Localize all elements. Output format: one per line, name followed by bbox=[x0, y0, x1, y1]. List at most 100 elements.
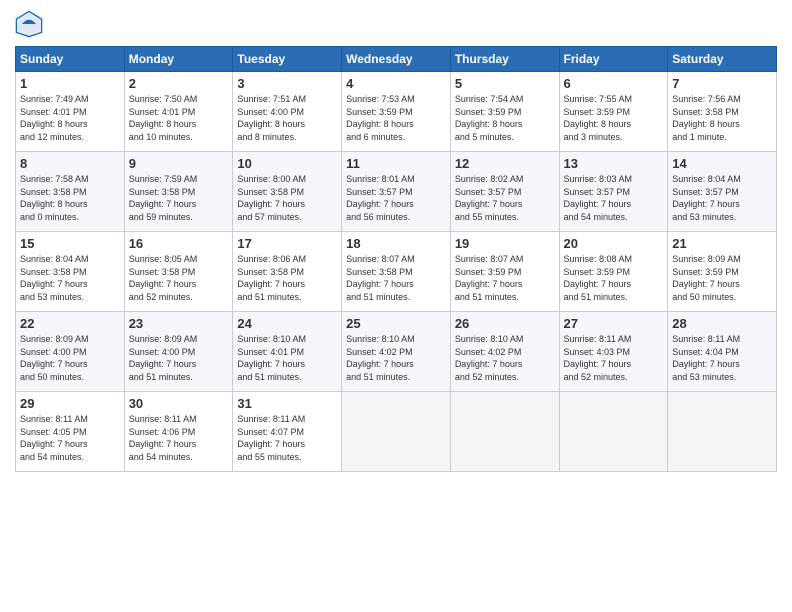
day-number: 18 bbox=[346, 236, 446, 251]
calendar-cell bbox=[450, 392, 559, 472]
calendar-cell: 15 Sunrise: 8:04 AM Sunset: 3:58 PM Dayli… bbox=[16, 232, 125, 312]
calendar-cell: 1 Sunrise: 7:49 AM Sunset: 4:01 PM Daylig… bbox=[16, 72, 125, 152]
day-info: Sunrise: 7:50 AM Sunset: 4:01 PM Dayligh… bbox=[129, 93, 229, 143]
day-number: 1 bbox=[20, 76, 120, 91]
calendar-cell: 27Sunrise: 8:11 AM Sunset: 4:03 PM Dayli… bbox=[559, 312, 668, 392]
day-number: 29 bbox=[20, 396, 120, 411]
week-row-3: 15 Sunrise: 8:04 AM Sunset: 3:58 PM Dayli… bbox=[16, 232, 777, 312]
day-number: 20 bbox=[564, 236, 664, 251]
calendar-cell: 30 Sunrise: 8:11 AM Sunset: 4:06 PM Dayli… bbox=[124, 392, 233, 472]
calendar-cell: 12Sunrise: 8:02 AM Sunset: 3:57 PM Dayli… bbox=[450, 152, 559, 232]
day-number: 16 bbox=[129, 236, 229, 251]
day-info: Sunrise: 8:04 AM Sunset: 3:58 PM Dayligh… bbox=[20, 253, 120, 303]
day-info: Sunrise: 8:09 AM Sunset: 3:59 PM Dayligh… bbox=[672, 253, 772, 303]
day-number: 14 bbox=[672, 156, 772, 171]
day-info: Sunrise: 8:05 AM Sunset: 3:58 PM Dayligh… bbox=[129, 253, 229, 303]
day-info: Sunrise: 8:10 AM Sunset: 4:02 PM Dayligh… bbox=[455, 333, 555, 383]
day-info: Sunrise: 7:58 AM Sunset: 3:58 PM Dayligh… bbox=[20, 173, 120, 223]
day-number: 23 bbox=[129, 316, 229, 331]
weekday-header-saturday: Saturday bbox=[668, 47, 777, 72]
day-info: Sunrise: 8:03 AM Sunset: 3:57 PM Dayligh… bbox=[564, 173, 664, 223]
day-number: 17 bbox=[237, 236, 337, 251]
day-info: Sunrise: 7:53 AM Sunset: 3:59 PM Dayligh… bbox=[346, 93, 446, 143]
weekday-header-friday: Friday bbox=[559, 47, 668, 72]
day-info: Sunrise: 8:00 AM Sunset: 3:58 PM Dayligh… bbox=[237, 173, 337, 223]
calendar-cell: 13 Sunrise: 8:03 AM Sunset: 3:57 PM Dayli… bbox=[559, 152, 668, 232]
calendar-cell bbox=[559, 392, 668, 472]
header bbox=[15, 10, 777, 38]
calendar-cell: 19Sunrise: 8:07 AM Sunset: 3:59 PM Dayli… bbox=[450, 232, 559, 312]
day-info: Sunrise: 8:09 AM Sunset: 4:00 PM Dayligh… bbox=[20, 333, 120, 383]
day-number: 5 bbox=[455, 76, 555, 91]
calendar-cell bbox=[342, 392, 451, 472]
calendar-cell: 23 Sunrise: 8:09 AM Sunset: 4:00 PM Dayli… bbox=[124, 312, 233, 392]
main-container: SundayMondayTuesdayWednesdayThursdayFrid… bbox=[0, 0, 792, 612]
calendar-cell: 18 Sunrise: 8:07 AM Sunset: 3:58 PM Dayli… bbox=[342, 232, 451, 312]
calendar-cell: 5Sunrise: 7:54 AM Sunset: 3:59 PM Daylig… bbox=[450, 72, 559, 152]
day-info: Sunrise: 8:01 AM Sunset: 3:57 PM Dayligh… bbox=[346, 173, 446, 223]
day-info: Sunrise: 8:09 AM Sunset: 4:00 PM Dayligh… bbox=[129, 333, 229, 383]
day-number: 10 bbox=[237, 156, 337, 171]
day-info: Sunrise: 8:10 AM Sunset: 4:02 PM Dayligh… bbox=[346, 333, 446, 383]
day-number: 19 bbox=[455, 236, 555, 251]
week-row-4: 22 Sunrise: 8:09 AM Sunset: 4:00 PM Dayli… bbox=[16, 312, 777, 392]
day-info: Sunrise: 7:51 AM Sunset: 4:00 PM Dayligh… bbox=[237, 93, 337, 143]
weekday-header-monday: Monday bbox=[124, 47, 233, 72]
calendar-cell: 10 Sunrise: 8:00 AM Sunset: 3:58 PM Dayli… bbox=[233, 152, 342, 232]
logo-icon bbox=[15, 10, 43, 38]
day-number: 6 bbox=[564, 76, 664, 91]
day-info: Sunrise: 8:11 AM Sunset: 4:05 PM Dayligh… bbox=[20, 413, 120, 463]
weekday-header-tuesday: Tuesday bbox=[233, 47, 342, 72]
calendar-cell: 2 Sunrise: 7:50 AM Sunset: 4:01 PM Daylig… bbox=[124, 72, 233, 152]
day-info: Sunrise: 8:11 AM Sunset: 4:07 PM Dayligh… bbox=[237, 413, 337, 463]
day-number: 26 bbox=[455, 316, 555, 331]
day-info: Sunrise: 8:11 AM Sunset: 4:03 PM Dayligh… bbox=[564, 333, 664, 383]
day-number: 21 bbox=[672, 236, 772, 251]
day-info: Sunrise: 8:10 AM Sunset: 4:01 PM Dayligh… bbox=[237, 333, 337, 383]
day-number: 9 bbox=[129, 156, 229, 171]
day-number: 7 bbox=[672, 76, 772, 91]
calendar-cell: 26 Sunrise: 8:10 AM Sunset: 4:02 PM Dayli… bbox=[450, 312, 559, 392]
day-info: Sunrise: 8:07 AM Sunset: 3:58 PM Dayligh… bbox=[346, 253, 446, 303]
day-info: Sunrise: 7:59 AM Sunset: 3:58 PM Dayligh… bbox=[129, 173, 229, 223]
calendar-table: SundayMondayTuesdayWednesdayThursdayFrid… bbox=[15, 46, 777, 472]
calendar-cell: 14 Sunrise: 8:04 AM Sunset: 3:57 PM Dayli… bbox=[668, 152, 777, 232]
calendar-cell: 16 Sunrise: 8:05 AM Sunset: 3:58 PM Dayli… bbox=[124, 232, 233, 312]
calendar-cell: 22 Sunrise: 8:09 AM Sunset: 4:00 PM Dayli… bbox=[16, 312, 125, 392]
calendar-cell: 25Sunrise: 8:10 AM Sunset: 4:02 PM Dayli… bbox=[342, 312, 451, 392]
calendar-cell: 7 Sunrise: 7:56 AM Sunset: 3:58 PM Daylig… bbox=[668, 72, 777, 152]
day-number: 11 bbox=[346, 156, 446, 171]
day-number: 13 bbox=[564, 156, 664, 171]
day-info: Sunrise: 7:56 AM Sunset: 3:58 PM Dayligh… bbox=[672, 93, 772, 143]
calendar-cell: 9 Sunrise: 7:59 AM Sunset: 3:58 PM Daylig… bbox=[124, 152, 233, 232]
week-row-2: 8 Sunrise: 7:58 AM Sunset: 3:58 PM Daylig… bbox=[16, 152, 777, 232]
week-row-5: 29 Sunrise: 8:11 AM Sunset: 4:05 PM Dayli… bbox=[16, 392, 777, 472]
day-number: 15 bbox=[20, 236, 120, 251]
day-number: 22 bbox=[20, 316, 120, 331]
weekday-header-thursday: Thursday bbox=[450, 47, 559, 72]
day-info: Sunrise: 7:49 AM Sunset: 4:01 PM Dayligh… bbox=[20, 93, 120, 143]
day-info: Sunrise: 8:11 AM Sunset: 4:06 PM Dayligh… bbox=[129, 413, 229, 463]
calendar-cell: 6Sunrise: 7:55 AM Sunset: 3:59 PM Daylig… bbox=[559, 72, 668, 152]
day-number: 8 bbox=[20, 156, 120, 171]
calendar-cell: 8 Sunrise: 7:58 AM Sunset: 3:58 PM Daylig… bbox=[16, 152, 125, 232]
calendar-cell: 28 Sunrise: 8:11 AM Sunset: 4:04 PM Dayli… bbox=[668, 312, 777, 392]
calendar-cell: 29 Sunrise: 8:11 AM Sunset: 4:05 PM Dayli… bbox=[16, 392, 125, 472]
day-number: 12 bbox=[455, 156, 555, 171]
day-number: 3 bbox=[237, 76, 337, 91]
calendar-cell: 20Sunrise: 8:08 AM Sunset: 3:59 PM Dayli… bbox=[559, 232, 668, 312]
day-info: Sunrise: 8:11 AM Sunset: 4:04 PM Dayligh… bbox=[672, 333, 772, 383]
weekday-header-sunday: Sunday bbox=[16, 47, 125, 72]
calendar-cell: 31Sunrise: 8:11 AM Sunset: 4:07 PM Dayli… bbox=[233, 392, 342, 472]
day-number: 30 bbox=[129, 396, 229, 411]
day-info: Sunrise: 8:04 AM Sunset: 3:57 PM Dayligh… bbox=[672, 173, 772, 223]
calendar-cell: 24Sunrise: 8:10 AM Sunset: 4:01 PM Dayli… bbox=[233, 312, 342, 392]
calendar-cell: 4 Sunrise: 7:53 AM Sunset: 3:59 PM Daylig… bbox=[342, 72, 451, 152]
day-number: 4 bbox=[346, 76, 446, 91]
day-number: 2 bbox=[129, 76, 229, 91]
calendar-cell: 11 Sunrise: 8:01 AM Sunset: 3:57 PM Dayli… bbox=[342, 152, 451, 232]
weekday-header-wednesday: Wednesday bbox=[342, 47, 451, 72]
day-number: 28 bbox=[672, 316, 772, 331]
calendar-cell: 21 Sunrise: 8:09 AM Sunset: 3:59 PM Dayli… bbox=[668, 232, 777, 312]
calendar-cell: 17Sunrise: 8:06 AM Sunset: 3:58 PM Dayli… bbox=[233, 232, 342, 312]
